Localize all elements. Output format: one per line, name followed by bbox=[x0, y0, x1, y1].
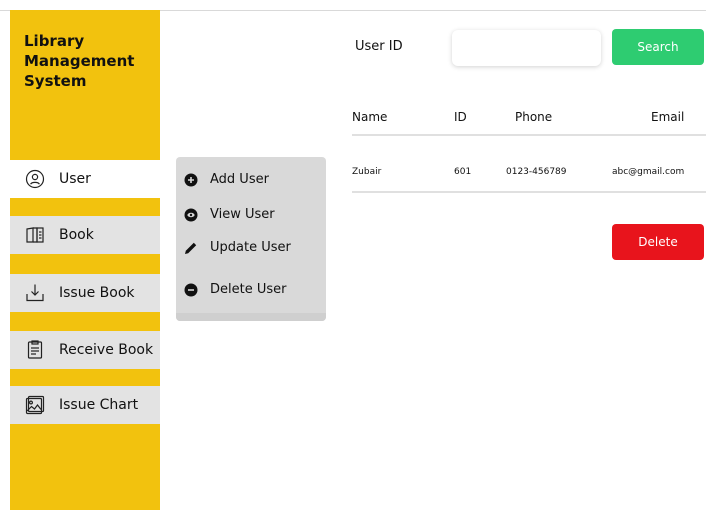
sidebar-item-book[interactable]: Book bbox=[10, 216, 160, 254]
minus-circle-icon bbox=[184, 283, 198, 297]
search-button[interactable]: Search bbox=[612, 29, 704, 65]
user-id-label: User ID bbox=[355, 39, 403, 54]
submenu-item-label: Add User bbox=[210, 172, 269, 187]
sidebar-item-label: Issue Book bbox=[59, 285, 135, 301]
row-divider bbox=[352, 191, 706, 193]
delete-user-item[interactable]: Delete User bbox=[184, 282, 286, 297]
sidebar-item-user[interactable]: User bbox=[10, 160, 160, 198]
cell-email: abc@gmail.com bbox=[612, 167, 685, 177]
sidebar-item-issue-book[interactable]: Issue Book bbox=[10, 274, 160, 312]
user-submenu: Add User View User Update User Delete Us… bbox=[176, 157, 326, 321]
delete-button[interactable]: Delete bbox=[612, 224, 704, 260]
sidebar-item-receive-book[interactable]: Receive Book bbox=[10, 331, 160, 369]
view-user-item[interactable]: View User bbox=[184, 207, 275, 222]
add-user-item[interactable]: Add User bbox=[184, 172, 269, 187]
user-id-input[interactable] bbox=[452, 30, 601, 66]
sidebar-item-label: Book bbox=[59, 227, 94, 243]
eye-icon bbox=[184, 208, 198, 222]
clipboard-icon bbox=[25, 340, 45, 360]
column-header-phone: Phone bbox=[515, 110, 553, 124]
submenu-item-label: Delete User bbox=[210, 282, 287, 297]
submenu-footer bbox=[176, 313, 326, 321]
user-icon bbox=[25, 169, 45, 189]
app-title: Library Management System bbox=[24, 32, 135, 90]
cell-id: 601 bbox=[454, 167, 472, 177]
cell-name: Zubair bbox=[352, 167, 382, 177]
pencil-icon bbox=[184, 241, 198, 255]
submenu-item-label: Update User bbox=[210, 240, 291, 255]
download-icon bbox=[25, 283, 45, 303]
sidebar-item-label: Receive Book bbox=[59, 342, 154, 358]
submenu-item-label: View User bbox=[210, 207, 275, 222]
sidebar-item-issue-chart[interactable]: Issue Chart bbox=[10, 386, 160, 424]
cell-phone: 0123-456789 bbox=[506, 167, 567, 177]
plus-circle-icon bbox=[184, 173, 198, 187]
column-header-name: Name bbox=[352, 110, 388, 124]
sidebar-item-label: User bbox=[59, 171, 91, 187]
header-divider bbox=[352, 134, 706, 136]
column-header-id: ID bbox=[454, 110, 467, 124]
sidebar: Library Management System User Book Issu… bbox=[10, 10, 160, 510]
update-user-item[interactable]: Update User bbox=[184, 240, 291, 255]
image-icon bbox=[25, 395, 45, 415]
column-header-email: Email bbox=[651, 110, 685, 124]
sidebar-item-label: Issue Chart bbox=[59, 397, 139, 413]
book-icon bbox=[25, 225, 45, 245]
